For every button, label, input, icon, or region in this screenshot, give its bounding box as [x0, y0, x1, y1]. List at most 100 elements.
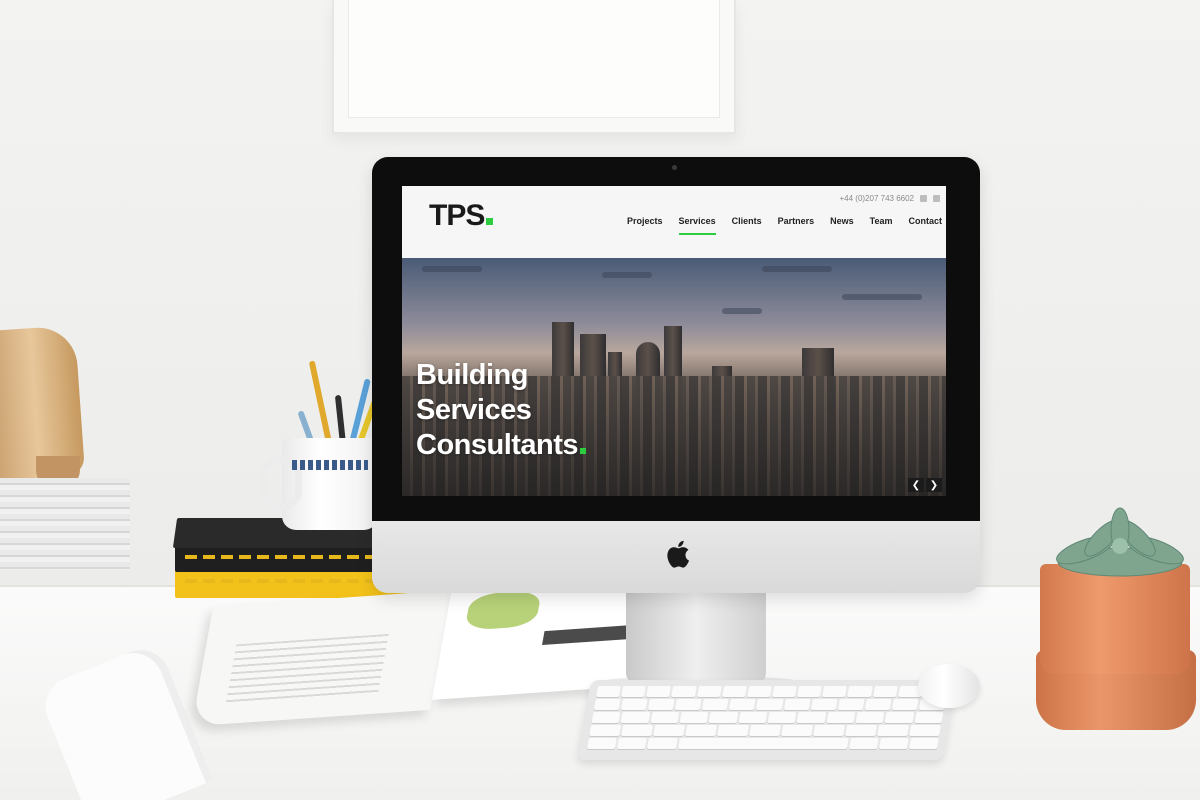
chevron-right-icon[interactable]: ❯: [926, 478, 942, 492]
desk-scene: TPS +44 (0)207 743 6602 Projects Service…: [0, 0, 1200, 800]
key: [877, 725, 910, 736]
key: [721, 686, 747, 697]
pen-mug: [260, 438, 378, 530]
camera-icon: [672, 165, 677, 170]
nav-projects[interactable]: Projects: [627, 216, 663, 235]
mug-pattern: [292, 460, 368, 470]
key: [864, 699, 892, 710]
nav-contact[interactable]: Contact: [909, 216, 943, 235]
cloud: [722, 308, 762, 314]
key: [679, 712, 709, 723]
cloud: [762, 266, 832, 272]
key: [845, 725, 878, 736]
magazine-text: [225, 633, 389, 705]
key: [797, 686, 823, 697]
hero-headline: Building Services Consultants: [416, 358, 636, 463]
key: [772, 686, 798, 697]
headline-line-2: Services: [416, 394, 532, 426]
key: [878, 738, 909, 749]
headline-line-3: Consultants: [416, 428, 636, 463]
key: [746, 686, 772, 697]
key: [593, 699, 621, 710]
key: [767, 712, 797, 723]
headline-line-1: Building: [416, 359, 528, 391]
key: [620, 699, 648, 710]
key: [783, 699, 811, 710]
key: [756, 699, 784, 710]
key: [884, 712, 915, 723]
key: [796, 712, 827, 723]
key: [813, 725, 846, 736]
key-row: [589, 725, 942, 736]
key: [848, 738, 879, 749]
mouse: [918, 664, 980, 708]
social-icon[interactable]: [920, 195, 927, 202]
key: [696, 686, 722, 697]
phone-number[interactable]: +44 (0)207 743 6602: [839, 194, 914, 203]
book-stripe: [185, 555, 400, 559]
headline-line-3-text: Consultants: [416, 429, 579, 461]
key: [847, 686, 873, 697]
key: [621, 725, 654, 736]
picture-frame-inner: [348, 0, 720, 118]
key: [729, 699, 757, 710]
cloud: [602, 272, 652, 278]
key: [653, 725, 686, 736]
top-contact-bar: +44 (0)207 743 6602: [839, 194, 940, 203]
key: [647, 699, 675, 710]
cloud: [842, 294, 922, 300]
nav-team[interactable]: Team: [870, 216, 893, 235]
magazine-stack: [0, 478, 130, 570]
social-icon[interactable]: [933, 195, 940, 202]
key: [708, 712, 739, 723]
key: [647, 738, 678, 749]
magazine-page-left: [191, 590, 452, 727]
keyboard: [576, 680, 958, 760]
site-logo[interactable]: TPS: [429, 199, 494, 233]
key: [586, 738, 617, 749]
monitor-stand: [626, 591, 766, 683]
nav-news[interactable]: News: [830, 216, 854, 235]
key: [646, 686, 672, 697]
key: [908, 738, 939, 749]
site-header: TPS +44 (0)207 743 6602 Projects Service…: [402, 186, 946, 258]
logo-accent-dot: [486, 218, 494, 225]
key-row: [586, 738, 939, 749]
key: [810, 699, 838, 710]
key: [702, 699, 730, 710]
key: [826, 712, 856, 723]
key-row: [591, 712, 944, 723]
key: [781, 725, 814, 736]
key: [685, 725, 718, 736]
key: [717, 725, 750, 736]
key: [591, 712, 621, 723]
key: [650, 712, 680, 723]
nav-services[interactable]: Services: [678, 216, 716, 235]
key: [589, 725, 622, 736]
main-nav: Projects Services Clients Partners News …: [627, 216, 942, 235]
headline-accent-dot: [580, 448, 587, 454]
apple-logo-icon: [667, 540, 689, 568]
key-row: [593, 699, 946, 710]
nav-clients[interactable]: Clients: [732, 216, 762, 235]
key: [677, 738, 849, 749]
key: [674, 699, 703, 710]
key: [872, 686, 898, 697]
key: [909, 725, 942, 736]
key: [837, 699, 865, 710]
website-screen: TPS +44 (0)207 743 6602 Projects Service…: [402, 186, 946, 496]
magazine-illustration: [464, 589, 542, 631]
key: [617, 738, 648, 749]
key: [822, 686, 848, 697]
key: [914, 712, 944, 723]
key: [738, 712, 768, 723]
logo-text: TPS: [429, 199, 485, 232]
chevron-left-icon[interactable]: ❮: [908, 478, 924, 492]
key: [596, 686, 622, 697]
hero-slider: Building Services Consultants ❮ ❯: [402, 258, 946, 496]
key-row: [596, 686, 948, 697]
succulent-plant: [1056, 507, 1184, 577]
key: [620, 712, 651, 723]
slider-controls: ❮ ❯: [908, 478, 942, 492]
nav-partners[interactable]: Partners: [778, 216, 815, 235]
